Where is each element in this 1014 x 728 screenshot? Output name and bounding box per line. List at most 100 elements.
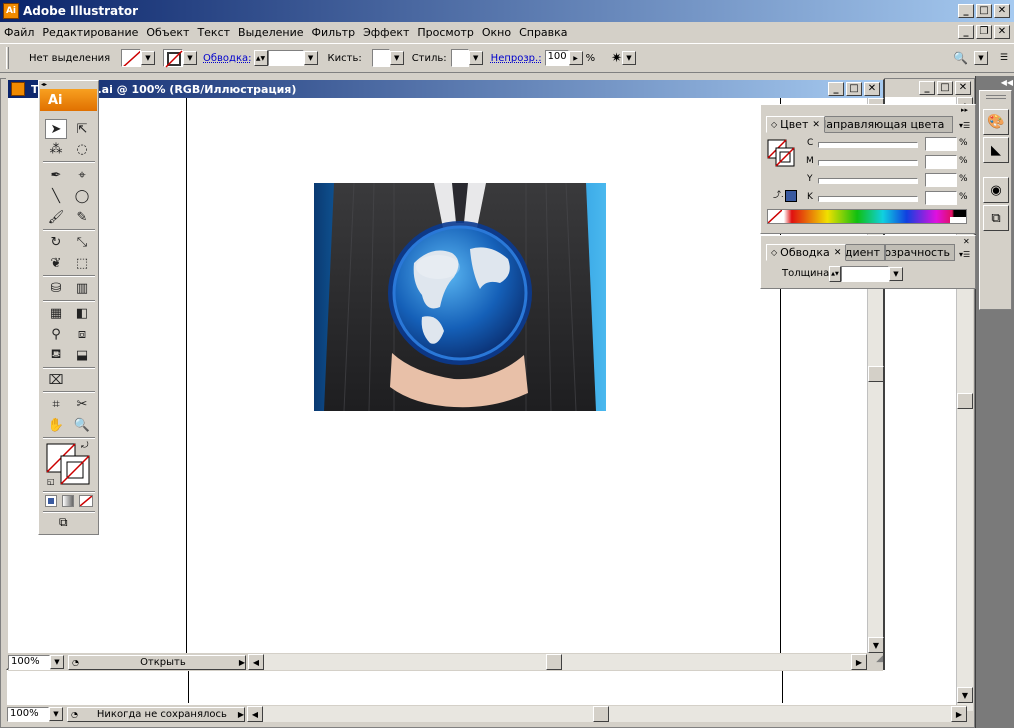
color-panel-collapse-icon[interactable]: ▸▸	[961, 106, 968, 114]
toolbox-grip[interactable]: ◂▸	[39, 81, 98, 89]
brush-swatch[interactable]	[371, 49, 390, 67]
minimize-button[interactable]: _	[958, 4, 974, 18]
none-mode-icon[interactable]	[79, 495, 93, 507]
rotate-tool-icon[interactable]: ↻	[45, 232, 67, 252]
channel-m-field[interactable]	[925, 155, 957, 169]
back-close-button[interactable]: ✕	[955, 81, 971, 95]
opacity-label-link[interactable]: Непрозр.:	[491, 53, 542, 64]
hand-tool-icon[interactable]: ✋	[45, 415, 67, 435]
back-scroll-down-button[interactable]: ▼	[957, 687, 973, 703]
direct-selection-tool-icon[interactable]: ⇱	[71, 119, 93, 139]
stroke-weight-dropdown-icon[interactable]: ▼	[303, 51, 318, 65]
menu-effect[interactable]: Эффект	[359, 26, 413, 39]
color-guide-icon[interactable]: ◣	[983, 137, 1009, 163]
appearance-icon[interactable]: ◉	[983, 177, 1009, 203]
menu-select[interactable]: Выделение	[234, 26, 308, 39]
magic-wand-tool-icon[interactable]: ⁂	[45, 139, 67, 159]
bridge-icon[interactable]: 🔍	[953, 51, 968, 65]
stroke-panel-close-icon[interactable]: ✕	[963, 237, 970, 246]
zoom-field[interactable]: 100%	[8, 654, 50, 670]
pen-tool-icon[interactable]: ✒	[45, 165, 67, 185]
back-status-field[interactable]: ◔ Никогда не сохранялось ▶	[67, 706, 245, 722]
menu-object[interactable]: Объект	[142, 26, 193, 39]
screen-mode-icon[interactable]: ⧉	[59, 515, 68, 530]
fill-swatch-group[interactable]: ▼	[121, 49, 155, 67]
layers-icon[interactable]: ⧉	[983, 205, 1009, 231]
channel-c-field[interactable]	[925, 137, 957, 151]
back-hscroll-track[interactable]	[263, 706, 951, 722]
menu-file[interactable]: Файл	[0, 26, 38, 39]
doc-restore-button[interactable]: ❐	[976, 25, 992, 39]
ellipse-tool-icon[interactable]: ◯	[71, 186, 93, 206]
doc-close-button[interactable]: ✕	[994, 25, 1010, 39]
paintbrush-tool-icon[interactable]: 🖌	[45, 207, 67, 227]
scroll-down-button[interactable]: ▼	[868, 637, 884, 653]
panel-weight-stepper[interactable]: ▲▼	[829, 266, 841, 282]
fill-swatch[interactable]	[121, 49, 141, 67]
last-color-swatch[interactable]	[785, 190, 797, 202]
close-button[interactable]: ✕	[994, 4, 1010, 18]
maximize-button[interactable]: □	[976, 4, 992, 18]
dock-collapse-icon[interactable]: ◀◀	[979, 78, 1013, 88]
style-swatch[interactable]	[450, 49, 469, 67]
stroke-swatch-group[interactable]: ▼	[163, 49, 197, 68]
channel-y-field[interactable]	[925, 173, 957, 187]
back-hscroll-left-button[interactable]: ◀	[247, 706, 263, 722]
doc-minimize-button[interactable]: _	[958, 25, 974, 39]
opacity-dropdown-icon[interactable]: ▶	[568, 51, 583, 65]
back-maximize-button[interactable]: □	[937, 81, 953, 95]
color-mode-icon[interactable]	[45, 495, 57, 507]
swap-fill-stroke-icon[interactable]: ⤾	[81, 441, 89, 451]
fill-dropdown-icon[interactable]: ▼	[141, 51, 155, 65]
resize-grip-icon[interactable]: ◢	[867, 654, 883, 670]
artboard-canvas[interactable]	[8, 98, 870, 653]
graph-tool-icon[interactable]: ▥	[71, 278, 93, 298]
panel-weight-field[interactable]	[841, 266, 889, 282]
brush-dropdown-icon[interactable]: ▼	[389, 51, 404, 65]
isolate-wand-icon[interactable]: ✷	[611, 51, 622, 66]
mesh-tool-icon[interactable]: ▦	[45, 303, 67, 323]
line-tool-icon[interactable]: ╲	[45, 186, 67, 206]
channel-k-field[interactable]	[925, 191, 957, 205]
style-dropdown-icon[interactable]: ▼	[468, 51, 483, 65]
tab-color-guide[interactable]: Направляющая цвета	[813, 116, 953, 133]
menu-view[interactable]: Просмотр	[413, 26, 477, 39]
spectrum-white-swatch[interactable]	[950, 217, 966, 223]
back-zoom-dropdown-icon[interactable]: ▼	[49, 707, 63, 721]
close-stroke-tab-icon[interactable]: ✕	[834, 248, 842, 258]
placed-globe-image[interactable]	[314, 183, 606, 411]
wand-dropdown-icon[interactable]: ▼	[621, 51, 636, 65]
stroke-weight-field[interactable]	[267, 50, 304, 66]
horizontal-scroll-track[interactable]	[264, 654, 851, 670]
live-paint-bucket-tool-icon[interactable]: ⛾	[45, 345, 67, 365]
warp-tool-icon[interactable]: ❦	[45, 253, 67, 273]
channel-c-slider[interactable]	[818, 142, 918, 148]
back-scroll-thumb[interactable]	[957, 393, 973, 409]
zoom-dropdown-icon[interactable]: ▼	[50, 655, 64, 669]
pencil-tool-icon[interactable]: ✎	[71, 207, 93, 227]
spectrum-none-swatch[interactable]	[767, 209, 783, 224]
color-spectrum-bar[interactable]	[767, 209, 967, 224]
menu-help[interactable]: Справка	[515, 26, 571, 39]
selection-tool-icon[interactable]: ➤	[45, 119, 67, 139]
panel-weight-dropdown-icon[interactable]: ▼	[889, 267, 903, 281]
menu-window[interactable]: Окно	[478, 26, 515, 39]
bridge-dropdown-icon[interactable]: ▼	[973, 51, 988, 65]
hscroll-left-button[interactable]: ◀	[248, 654, 264, 670]
menu-filter[interactable]: Фильтр	[308, 26, 360, 39]
tab-color[interactable]: ◇ Цвет ✕	[766, 116, 825, 133]
gradient-mode-icon[interactable]	[62, 495, 74, 507]
gradient-tool-icon[interactable]: ◧	[71, 303, 93, 323]
document-minimize-button[interactable]: _	[828, 82, 844, 96]
tab-transparency[interactable]: Прозрачность	[885, 244, 955, 261]
type-tool-icon[interactable]: ⌖	[71, 165, 93, 185]
tab-stroke[interactable]: ◇ Обводка ✕	[766, 244, 847, 261]
scale-tool-icon[interactable]: ⤡	[71, 232, 93, 252]
eyedropper-tool-icon[interactable]: ⚲	[45, 324, 67, 344]
close-color-tab-icon[interactable]: ✕	[812, 120, 820, 130]
vertical-scroll-thumb[interactable]	[868, 366, 884, 382]
back-hscroll-right-button[interactable]: ▶	[951, 706, 967, 722]
default-fill-stroke-icon[interactable]: ◱	[47, 477, 55, 486]
symbol-sprayer-tool-icon[interactable]: ⛁	[45, 278, 67, 298]
back-zoom-field[interactable]: 100%	[7, 706, 49, 722]
